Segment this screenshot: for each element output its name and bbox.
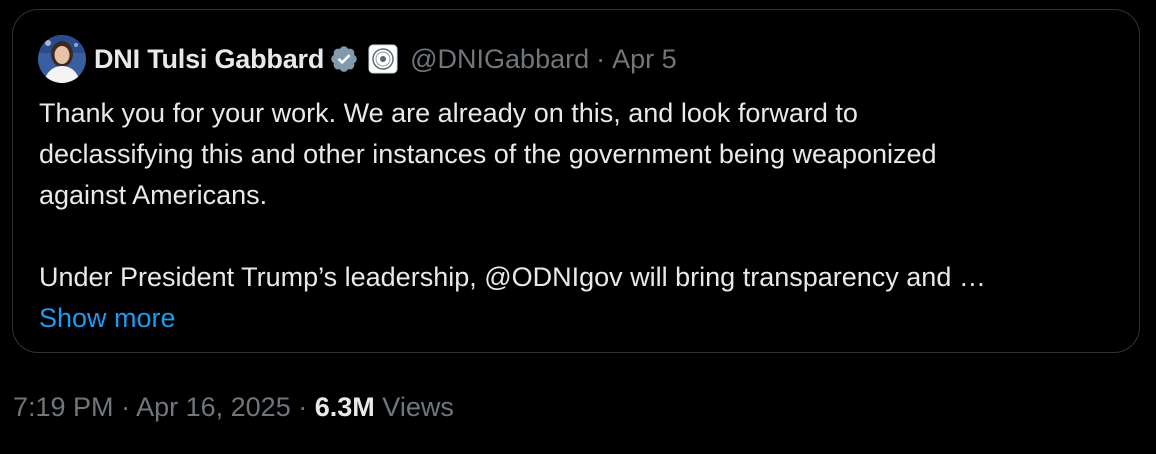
post-time[interactable]: 7:19 PM (13, 392, 114, 422)
author-display-name[interactable]: DNI Tulsi Gabbard (94, 44, 324, 75)
profile-photo-avatar (38, 35, 86, 83)
quoted-post-card[interactable]: DNI Tulsi Gabbard @DNIGabbard · Apr 5 Th… (12, 9, 1140, 353)
quoted-post-header: DNI Tulsi Gabbard @DNIGabbard · Apr 5 (38, 35, 677, 83)
post-date[interactable]: Apr 16, 2025 (136, 392, 291, 422)
meta-separator: · (121, 392, 131, 422)
views-count[interactable]: 6.3M (315, 392, 375, 422)
quoted-post-text: Thank you for your work. We are already … (39, 93, 1119, 339)
views-label: Views (382, 392, 454, 422)
author-handle[interactable]: @DNIGabbard (410, 44, 589, 75)
author-avatar[interactable] (38, 35, 86, 83)
verified-badge-icon (329, 44, 359, 74)
post-text-line: declassifying this and other instances o… (39, 139, 937, 169)
post-text-line: against Americans. (39, 180, 268, 210)
meta-separator: · (298, 392, 308, 422)
post-meta: 7:19 PM · Apr 16, 2025 · 6.3M Views (13, 392, 454, 423)
show-more-link[interactable]: Show more (39, 298, 1119, 339)
post-text-line: Thank you for your work. We are already … (39, 98, 858, 128)
header-separator: · (596, 43, 606, 74)
post-text-line: Under President Trump’s leadership, @ODN… (39, 262, 986, 292)
post-text-blank-line (39, 216, 1119, 257)
quoted-post-date[interactable]: Apr 5 (612, 44, 677, 75)
government-seal-icon[interactable] (368, 44, 398, 74)
